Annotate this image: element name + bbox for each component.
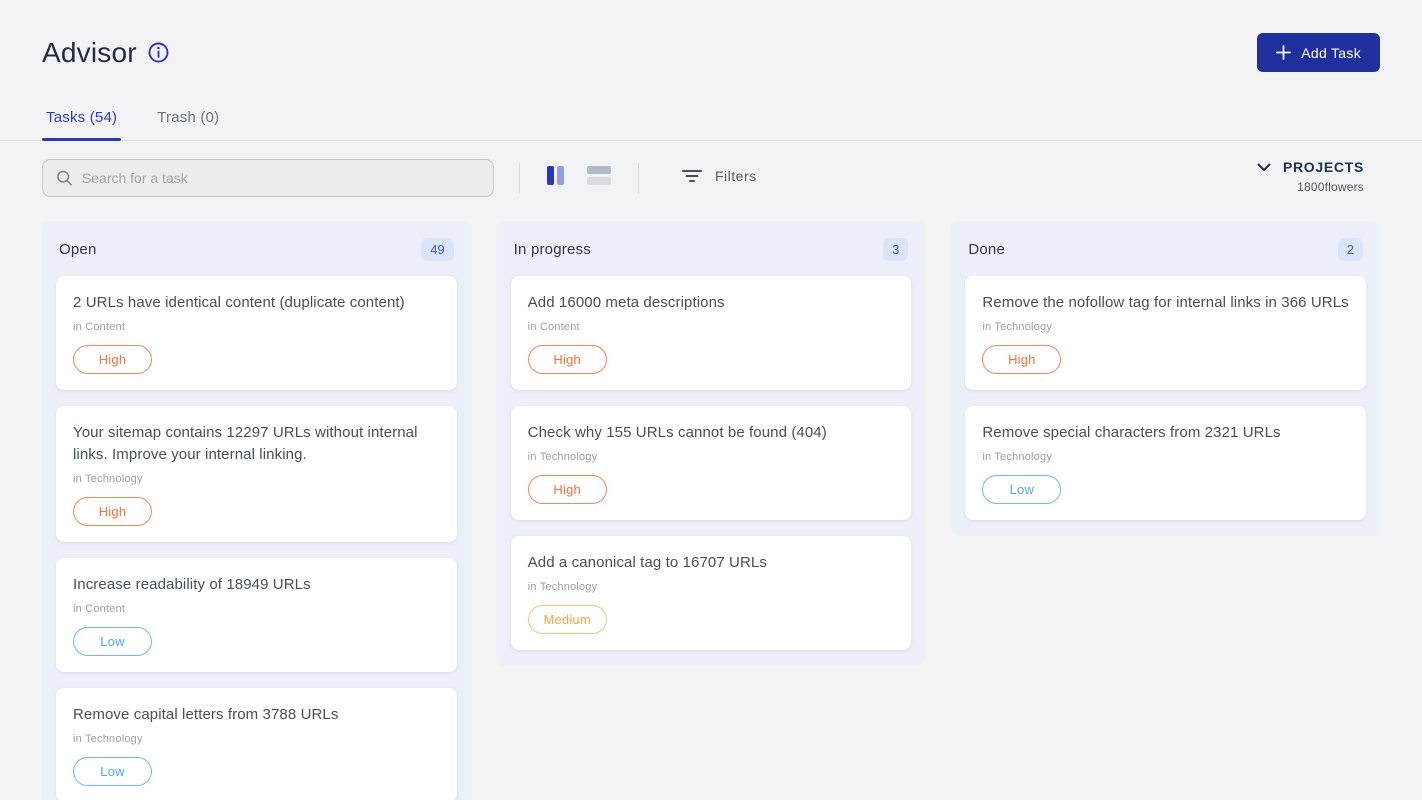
task-title: Remove capital letters from 3788 URLs — [73, 704, 440, 726]
selected-project: 1800flowers — [1257, 180, 1364, 194]
task-title: Add 16000 meta descriptions — [528, 292, 895, 314]
kanban-view-button[interactable] — [545, 164, 566, 187]
card-list: Remove the nofollow tag for internal lin… — [965, 276, 1366, 520]
page-header: Advisor Add Task Tasks (54) Trash (0) — [0, 0, 1422, 141]
task-title: Add a canonical tag to 16707 URLs — [528, 552, 895, 574]
task-category: in Technology — [73, 733, 440, 745]
priority-badge: High — [528, 345, 607, 374]
column-title: In progress — [514, 241, 591, 258]
task-card[interactable]: Increase readability of 18949 URLs in Con… — [56, 558, 457, 672]
kanban-view-icon — [547, 166, 564, 185]
add-task-button[interactable]: Add Task — [1257, 33, 1380, 72]
task-title: 2 URLs have identical content (duplicate… — [73, 292, 440, 314]
priority-badge: Low — [73, 757, 152, 786]
task-title: Increase readability of 18949 URLs — [73, 574, 440, 596]
add-task-label: Add Task — [1301, 45, 1361, 61]
task-card[interactable]: Add a canonical tag to 16707 URLs in Tech… — [511, 536, 912, 650]
page-title: Advisor — [42, 37, 137, 69]
filter-lines-icon — [682, 169, 702, 183]
tab-trash[interactable]: Trash (0) — [153, 109, 223, 140]
column-header: In progress 3 — [511, 221, 912, 276]
priority-badge: High — [528, 475, 607, 504]
column-title: Done — [968, 241, 1005, 258]
task-card[interactable]: Your sitemap contains 12297 URLs without… — [56, 406, 457, 542]
info-icon[interactable] — [148, 42, 169, 63]
task-category: in Technology — [528, 451, 895, 463]
column-header: Open 49 — [56, 221, 457, 276]
search-icon — [56, 169, 73, 187]
kanban-board: Open 49 2 URLs have identical content (dup… — [0, 197, 1422, 800]
priority-badge: Low — [73, 627, 152, 656]
priority-badge: High — [982, 345, 1061, 374]
task-title: Remove the nofollow tag for internal lin… — [982, 292, 1349, 314]
title-row: Advisor Add Task — [0, 0, 1422, 72]
column-header: Done 2 — [965, 221, 1366, 276]
toolbar-divider — [638, 163, 639, 193]
priority-badge: Low — [982, 475, 1061, 504]
list-view-icon — [587, 166, 611, 185]
task-card[interactable]: Remove special characters from 2321 URLs… — [965, 406, 1366, 520]
task-title: Remove special characters from 2321 URLs — [982, 422, 1349, 444]
task-card[interactable]: Remove capital letters from 3788 URLs in … — [56, 688, 457, 800]
search-input[interactable] — [82, 170, 480, 186]
chevron-down-icon — [1257, 163, 1271, 172]
toolbar-divider — [519, 163, 520, 193]
list-view-button[interactable] — [585, 164, 613, 187]
task-card[interactable]: 2 URLs have identical content (duplicate… — [56, 276, 457, 390]
task-card[interactable]: Remove the nofollow tag for internal lin… — [965, 276, 1366, 390]
task-category: in Technology — [982, 321, 1349, 333]
projects-label: PROJECTS — [1283, 159, 1364, 175]
column-count-badge: 3 — [883, 238, 908, 261]
task-category: in Content — [73, 603, 440, 615]
projects-row: PROJECTS — [1257, 159, 1364, 175]
tabs: Tasks (54) Trash (0) — [42, 109, 1380, 140]
task-category: in Content — [528, 321, 895, 333]
priority-badge: Medium — [528, 605, 607, 634]
task-card[interactable]: Check why 155 URLs cannot be found (404)… — [511, 406, 912, 520]
board-column-in-progress: In progress 3 Add 16000 meta descriptions i… — [497, 221, 926, 666]
board-column-open: Open 49 2 URLs have identical content (dup… — [42, 221, 471, 800]
plus-icon — [1276, 45, 1291, 60]
board-column-done: Done 2 Remove the nofollow tag for interna… — [951, 221, 1380, 536]
search-box[interactable] — [42, 159, 494, 197]
toolbar: Filters PROJECTS 1800flowers — [0, 141, 1422, 197]
task-title: Check why 155 URLs cannot be found (404) — [528, 422, 895, 444]
task-title: Your sitemap contains 12297 URLs without… — [73, 422, 440, 466]
task-card[interactable]: Add 16000 meta descriptions in Content Hig… — [511, 276, 912, 390]
filters-button[interactable]: Filters — [682, 168, 757, 184]
card-list: 2 URLs have identical content (duplicate… — [56, 276, 457, 800]
priority-badge: High — [73, 497, 152, 526]
priority-badge: High — [73, 345, 152, 374]
task-category: in Technology — [982, 451, 1349, 463]
column-count-badge: 49 — [421, 238, 453, 261]
task-category: in Technology — [73, 473, 440, 485]
task-category: in Technology — [528, 581, 895, 593]
view-toggle-group — [545, 164, 613, 187]
card-list: Add 16000 meta descriptions in Content Hig… — [511, 276, 912, 650]
column-title: Open — [59, 241, 97, 258]
task-category: in Content — [73, 321, 440, 333]
column-count-badge: 2 — [1338, 238, 1363, 261]
tab-tasks[interactable]: Tasks (54) — [42, 109, 121, 140]
filters-label: Filters — [715, 168, 757, 184]
tabs-bar: Tasks (54) Trash (0) — [0, 109, 1422, 141]
projects-dropdown[interactable]: PROJECTS 1800flowers — [1257, 159, 1364, 194]
